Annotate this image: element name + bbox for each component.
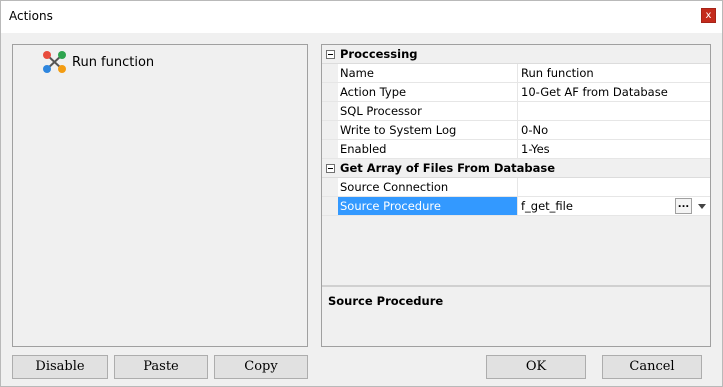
property-row-source-connection[interactable]: Source Connection — [322, 178, 710, 197]
cancel-button[interactable]: Cancel — [602, 355, 702, 379]
property-name: Source Procedure — [338, 197, 518, 215]
property-row-source-procedure[interactable]: Source Procedure f_get_file ... — [322, 197, 710, 216]
property-row-enabled[interactable]: Enabled 1-Yes — [322, 140, 710, 159]
collapse-icon[interactable] — [322, 159, 338, 178]
property-row-name[interactable]: Name Run function — [322, 64, 710, 83]
property-name: Write to System Log — [338, 121, 518, 139]
property-value[interactable] — [518, 178, 710, 196]
actions-tree[interactable]: Run function — [12, 44, 308, 347]
property-name: Name — [338, 64, 518, 82]
run-function-icon — [43, 51, 66, 73]
property-value[interactable]: 10-Get AF from Database — [518, 83, 710, 101]
close-button[interactable]: x — [701, 8, 716, 23]
window-title: Actions — [9, 9, 53, 23]
chevron-down-icon[interactable] — [698, 204, 706, 209]
property-value[interactable]: f_get_file — [521, 199, 573, 213]
tree-item-label: Run function — [72, 54, 155, 70]
property-row-action-type[interactable]: Action Type 10-Get AF from Database — [322, 83, 710, 102]
property-name: Enabled — [338, 140, 518, 158]
copy-button[interactable]: Copy — [214, 355, 308, 379]
property-row-sql-processor[interactable]: SQL Processor — [322, 102, 710, 121]
property-value[interactable]: 1-Yes — [518, 140, 710, 158]
category-processing[interactable]: Proccessing — [322, 45, 710, 64]
category-label: Get Array of Files From Database — [340, 161, 556, 175]
category-label: Proccessing — [340, 47, 418, 61]
ok-button[interactable]: OK — [486, 355, 586, 379]
description-title: Source Procedure — [328, 294, 444, 308]
property-value-editor[interactable]: f_get_file ... — [518, 197, 710, 215]
category-get-array-of-files[interactable]: Get Array of Files From Database — [322, 159, 710, 178]
description-splitter[interactable] — [322, 285, 710, 287]
paste-button[interactable]: Paste — [114, 355, 208, 379]
property-row-write-to-system-log[interactable]: Write to System Log 0-No — [322, 121, 710, 140]
property-value[interactable]: Run function — [518, 64, 710, 82]
ellipsis-button[interactable]: ... — [675, 198, 692, 214]
property-name: SQL Processor — [338, 102, 518, 120]
actions-dialog: Actions x Run function Proccessing Name … — [0, 0, 723, 387]
property-value[interactable]: 0-No — [518, 121, 710, 139]
property-grid-rows: Proccessing Name Run function Action Typ… — [322, 45, 710, 216]
collapse-icon[interactable] — [322, 45, 338, 64]
property-name: Source Connection — [338, 178, 518, 196]
property-name: Action Type — [338, 83, 518, 101]
tree-item-run-function[interactable]: Run function — [42, 50, 154, 74]
disable-button[interactable]: Disable — [12, 355, 108, 379]
property-value[interactable] — [518, 102, 710, 120]
property-grid: Proccessing Name Run function Action Typ… — [321, 44, 711, 347]
title-bar: Actions x — [1, 1, 722, 33]
